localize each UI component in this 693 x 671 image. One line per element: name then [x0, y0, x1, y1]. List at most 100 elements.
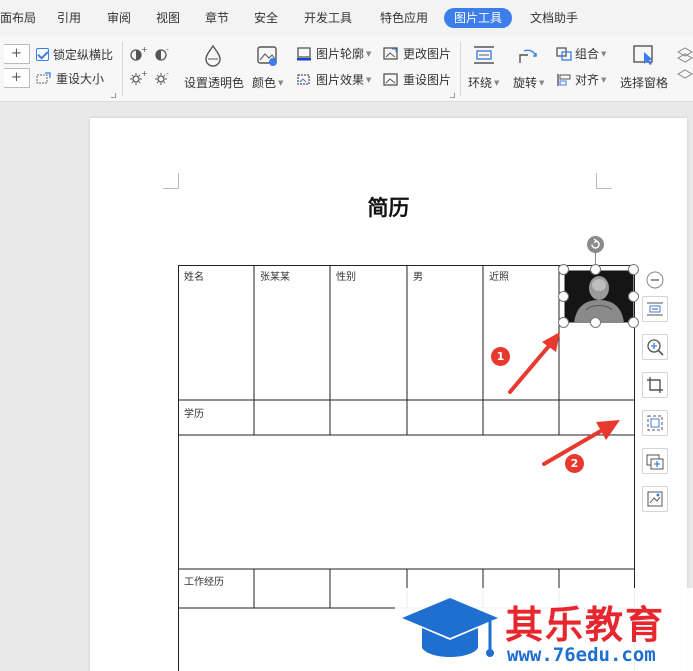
crop-icon — [647, 377, 663, 393]
svg-text:-: - — [166, 70, 169, 78]
ribbon-toolbar: + + 锁定纵横比 重设大小 + - + - 设置透明色 颜色 ▼ 图片轮廓 ▼… — [0, 36, 693, 102]
reset-size-label: 重设大小 — [56, 72, 105, 86]
picture-options-button[interactable] — [642, 486, 668, 512]
lock-ratio-label: 锁定纵横比 — [53, 48, 114, 62]
picture-effects-button[interactable]: 图片效果 ▼ — [296, 71, 371, 88]
document-title[interactable]: 简历 — [90, 192, 687, 222]
watermark-brand: 其乐教育 — [505, 603, 666, 647]
table-cell-work-label[interactable]: 工作经历 — [184, 573, 224, 588]
layer-order-icon[interactable] — [675, 46, 693, 86]
table-cell-education-label[interactable]: 学历 — [184, 405, 204, 420]
align-button[interactable]: 对齐 ▼ — [556, 71, 606, 88]
selection-pane-label: 选择窗格 — [620, 76, 669, 90]
picture-outline-button[interactable]: 图片轮廓 ▼ — [296, 45, 371, 62]
menu-review[interactable]: 审阅 — [107, 8, 131, 28]
crop-picture-button[interactable] — [642, 372, 668, 398]
resize-handle[interactable] — [590, 317, 601, 328]
group-dialog-launcher-icon[interactable] — [450, 93, 455, 98]
menu-picture-tools[interactable]: 图片工具 — [444, 8, 513, 28]
increase-contrast-icon[interactable]: + — [129, 46, 147, 62]
layout-options-button[interactable] — [642, 296, 668, 322]
wrap-button[interactable]: 环绕 ▼ — [468, 74, 499, 91]
crop-mark — [596, 173, 612, 189]
rotate-icon[interactable] — [516, 44, 540, 66]
change-picture-label: 更改图片 — [403, 47, 452, 61]
reset-picture-button[interactable]: 重设图片 — [383, 71, 451, 88]
align-label: 对齐 — [575, 73, 600, 87]
resize-handle[interactable] — [590, 264, 601, 275]
picture-outline-label: 图片轮廓 — [316, 47, 365, 61]
resize-handle[interactable] — [628, 264, 639, 275]
menu-view[interactable]: 视图 — [156, 8, 180, 28]
group-button[interactable]: 组合 ▼ — [556, 45, 606, 62]
wrap-label: 环绕 — [468, 76, 493, 90]
reset-picture-icon — [383, 72, 398, 86]
rotate-handle-icon[interactable] — [586, 235, 605, 254]
ribbon-separator — [122, 42, 123, 96]
svg-text:+: + — [141, 46, 147, 54]
resize-handle[interactable] — [558, 291, 569, 302]
selection-frame — [564, 270, 634, 323]
menu-special[interactable]: 特色应用 — [380, 8, 428, 28]
selection-pane-button[interactable]: 选择窗格 — [620, 74, 668, 91]
picture-settings-icon — [647, 491, 663, 507]
menu-page-layout[interactable]: 面布局 — [0, 8, 36, 28]
watermark-url: www.76edu.com — [507, 644, 656, 666]
table-cell-name-value[interactable]: 张某某 — [260, 268, 290, 283]
set-transparent-button[interactable]: 设置透明色 — [184, 74, 244, 91]
reset-picture-label: 重设图片 — [403, 73, 452, 87]
group-label: 组合 — [575, 47, 600, 61]
change-picture-icon — [383, 46, 398, 60]
menu-chapter[interactable]: 章节 — [205, 8, 229, 28]
selection-pane-icon[interactable] — [632, 44, 656, 66]
set-transparent-icon[interactable] — [202, 44, 224, 68]
menu-security[interactable]: 安全 — [254, 8, 278, 28]
picture-to-text-icon — [647, 415, 663, 431]
rotate-button[interactable]: 旋转 ▼ — [513, 74, 544, 91]
picture-outline-icon — [297, 46, 311, 60]
insert-picture-button[interactable] — [642, 448, 668, 474]
menu-references[interactable]: 引用 — [57, 8, 81, 28]
resize-handle[interactable] — [628, 291, 639, 302]
lock-ratio-checkbox[interactable]: 锁定纵横比 — [36, 46, 113, 63]
menu-doc-assistant[interactable]: 文档助手 — [530, 8, 578, 28]
zoom-picture-button[interactable] — [642, 334, 668, 360]
table-cell-photo-label[interactable]: 近照 — [489, 268, 509, 283]
svg-text:-: - — [166, 46, 169, 54]
extract-text-button[interactable] — [642, 410, 668, 436]
table-cell-gender-label[interactable]: 性别 — [336, 268, 356, 283]
color-button[interactable]: 颜色 ▼ — [252, 74, 283, 91]
color-icon[interactable] — [256, 44, 280, 68]
zoom-in-icon — [647, 339, 664, 356]
menu-developer[interactable]: 开发工具 — [304, 8, 352, 28]
group-icon — [556, 46, 572, 61]
reset-size-button[interactable]: 重设大小 — [36, 70, 104, 87]
decrease-contrast-icon[interactable]: - — [154, 46, 172, 62]
crop-mark — [163, 173, 179, 189]
collapse-toolbar-icon[interactable] — [646, 271, 664, 289]
watermark: 其乐教育 www.76edu.com — [395, 588, 693, 671]
svg-text:+: + — [141, 70, 147, 78]
menu-bar: 面布局 引用 审阅 视图 章节 安全 开发工具 特色应用 图片工具 文档助手 — [0, 0, 693, 36]
resize-handle[interactable] — [628, 317, 639, 328]
table-cell-name-label[interactable]: 姓名 — [184, 268, 204, 283]
table-cell-gender-value[interactable]: 男 — [413, 268, 423, 283]
height-stepper-plus[interactable]: + — [4, 44, 30, 64]
picture-effects-label: 图片效果 — [316, 73, 365, 87]
group-dialog-launcher-icon[interactable] — [111, 93, 116, 98]
color-label: 颜色 — [252, 76, 277, 90]
resize-handle[interactable] — [558, 264, 569, 275]
ribbon-separator — [460, 42, 461, 96]
increase-brightness-icon[interactable]: + — [129, 70, 147, 86]
layout-options-icon — [647, 302, 663, 316]
annotation-badge-2: 2 — [565, 454, 584, 473]
wrap-text-icon[interactable] — [472, 44, 496, 66]
graduation-cap-logo-icon — [402, 598, 498, 657]
picture-effects-icon — [297, 73, 310, 85]
change-picture-button[interactable]: 更改图片 — [383, 45, 451, 62]
align-left-icon — [557, 73, 571, 86]
decrease-brightness-icon[interactable]: - — [154, 70, 172, 86]
width-stepper-plus[interactable]: + — [4, 68, 30, 88]
checkbox-checked-icon — [36, 48, 49, 61]
set-transparent-label: 设置透明色 — [184, 76, 245, 90]
